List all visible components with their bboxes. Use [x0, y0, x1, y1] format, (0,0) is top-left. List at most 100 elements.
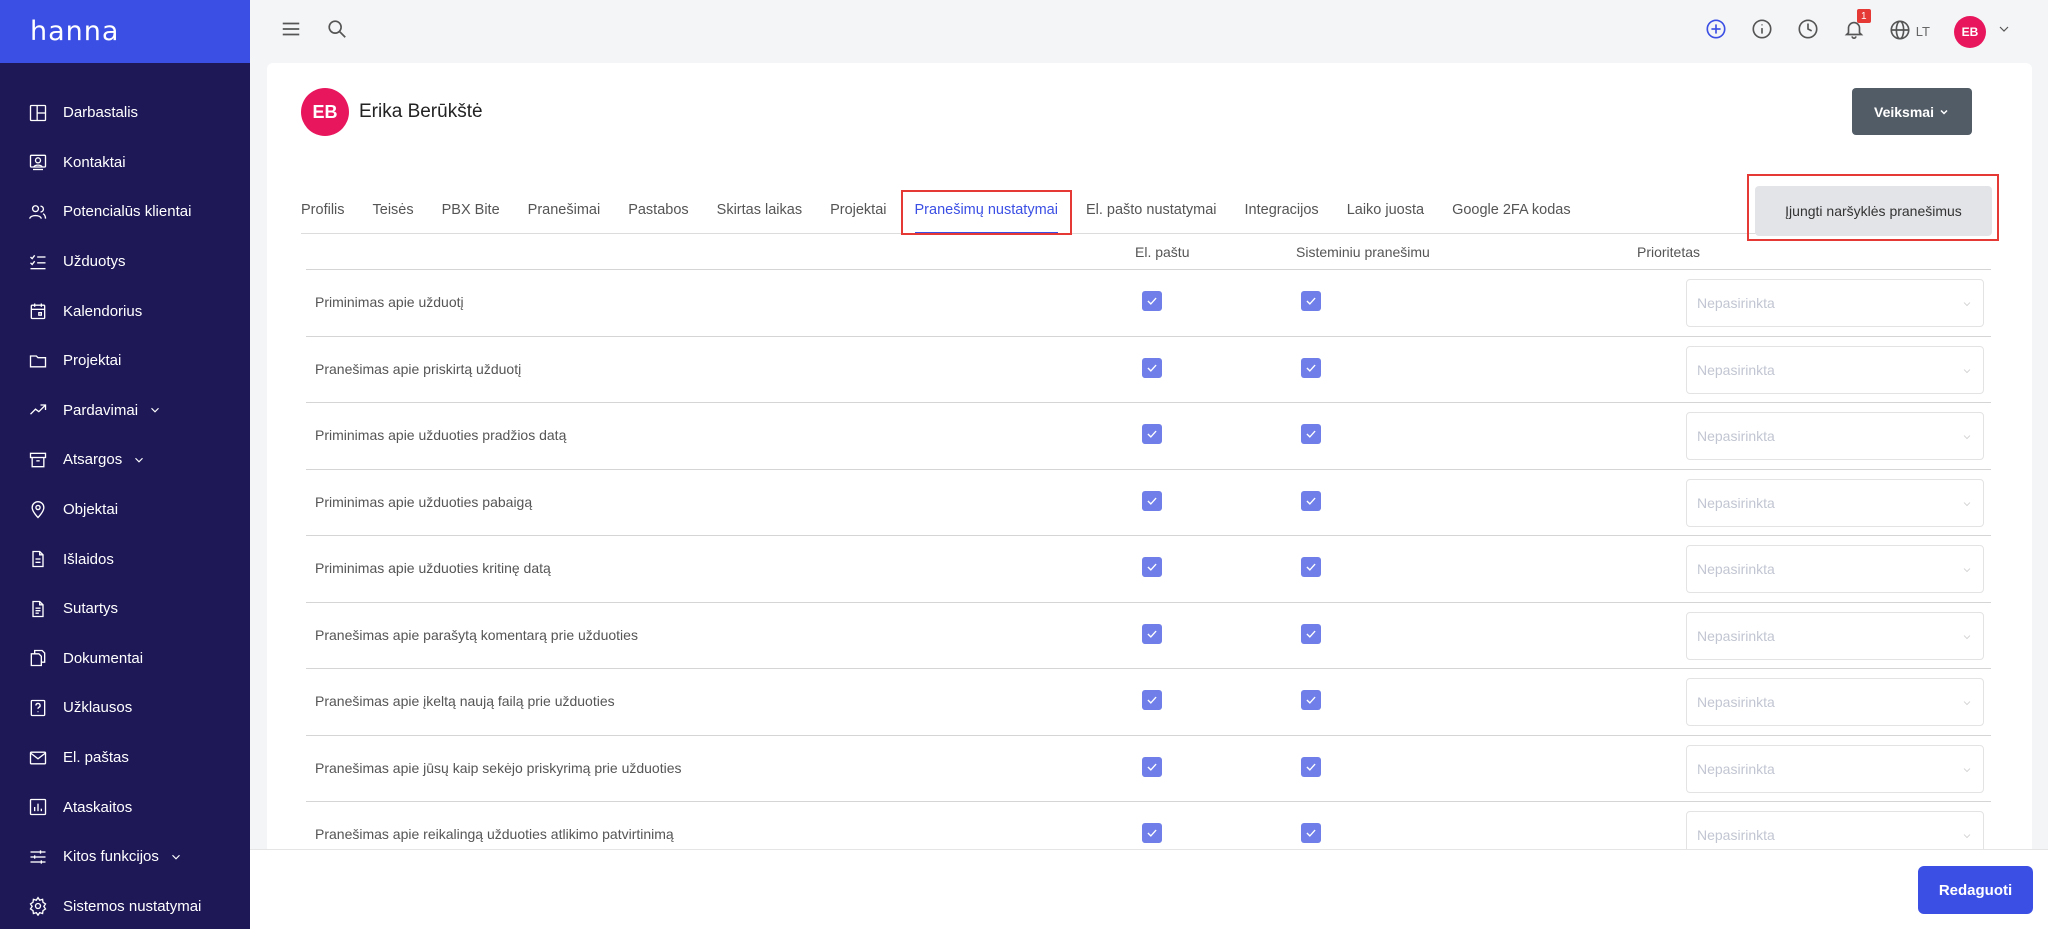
tab-12[interactable]: Google 2FA kodas [1452, 190, 1571, 234]
reports-icon [27, 796, 49, 818]
sidebar-item-16[interactable]: Kitos funkcijos [0, 832, 250, 882]
chevron-down-icon [132, 453, 146, 467]
system-checkbox[interactable] [1301, 756, 1321, 777]
user-menu[interactable]: EB [1954, 15, 2012, 48]
email-checkbox[interactable] [1142, 424, 1162, 444]
tab-9[interactable]: El. pašto nustatymai [1086, 190, 1217, 234]
sidebar-item-8[interactable]: Atsargos [0, 435, 250, 485]
hamburger-menu-icon[interactable] [280, 18, 302, 45]
app-logo[interactable]: hanna [30, 16, 119, 47]
gear-icon [27, 895, 49, 917]
chevron-down-icon [1961, 696, 1973, 712]
priority-select[interactable]: Nepasirinkta [1686, 744, 1984, 793]
chevron-down-icon [1961, 497, 1973, 513]
profile-tabs: Profilis Teisės PBX Bite Pranešimai Pastabos… [301, 190, 1991, 234]
header-email: El. paštu [1135, 244, 1190, 260]
chevron-down-icon [1940, 109, 1948, 115]
email-checkbox[interactable] [1142, 557, 1162, 577]
tab-11[interactable]: Laiko juosta [1347, 190, 1424, 234]
search-icon[interactable] [326, 18, 348, 45]
email-checkbox[interactable] [1142, 291, 1162, 311]
system-checkbox[interactable] [1301, 291, 1321, 311]
sidebar-item-2[interactable]: Kontaktai [0, 138, 250, 188]
sidebar-item-14[interactable]: El. paštas [0, 733, 250, 783]
row-label: Priminimas apie užduoties pradžios datą [315, 427, 567, 443]
receipt-icon [27, 548, 49, 570]
priority-select-value: Nepasirinkta [1697, 827, 1775, 843]
system-checkbox[interactable] [1301, 690, 1321, 710]
sidebar-item-17[interactable]: Sistemos nustatymai [0, 882, 250, 929]
edit-button[interactable]: Redaguoti [1918, 866, 2033, 914]
table-row: Priminimas apie užduoties pabaigą Nepasir… [306, 470, 1991, 536]
add-circle-icon[interactable] [1705, 18, 1727, 45]
tab-6[interactable]: Skirtas laikas [717, 190, 802, 234]
sidebar-item-15[interactable]: Ataskaitos [0, 782, 250, 832]
sidebar-item-label: Darbastalis [63, 104, 139, 122]
row-label: Pranešimas apie parašytą komentarą prie … [315, 626, 638, 643]
question-icon [27, 697, 49, 719]
sidebar-item-label: Dokumentai [63, 649, 144, 667]
system-checkbox[interactable] [1301, 823, 1321, 843]
sidebar: hanna Darbastalis Kontaktai Potencialūs kl… [0, 0, 250, 929]
language-switcher[interactable]: LT [1889, 19, 1930, 44]
priority-select[interactable]: Nepasirinkta [1686, 478, 1984, 527]
chevron-down-icon [1961, 364, 1973, 380]
map-pin-icon [27, 499, 49, 521]
sidebar-item-9[interactable]: Objektai [0, 485, 250, 535]
tab-2[interactable]: Teisės [373, 190, 414, 234]
priority-select-value: Nepasirinkta [1697, 295, 1775, 311]
chevron-down-icon [1961, 630, 1973, 646]
tasks-icon [27, 251, 49, 273]
sidebar-item-label: Užduotys [63, 253, 126, 271]
sidebar-item-label: Projektai [63, 352, 122, 370]
clock-icon[interactable] [1797, 18, 1819, 45]
sidebar-item-label: Objektai [63, 501, 119, 519]
sidebar-nav: Darbastalis Kontaktai Potencialūs klientai… [0, 63, 250, 929]
sidebar-item-label: Ataskaitos [63, 798, 133, 816]
sidebar-item-label: Išlaidos [63, 550, 114, 568]
priority-select[interactable]: Nepasirinkta [1686, 545, 1984, 593]
system-checkbox[interactable] [1301, 557, 1321, 577]
calendar-icon [27, 300, 49, 322]
sidebar-item-11[interactable]: Sutartys [0, 584, 250, 634]
notification-settings-table: El. paštu Sisteminiu pranešimu Prioritet… [306, 238, 1991, 869]
priority-select[interactable]: Nepasirinkta [1686, 611, 1984, 660]
actions-button[interactable]: Veiksmai [1852, 88, 1972, 135]
tab-5[interactable]: Pastabos [628, 190, 688, 234]
system-checkbox[interactable] [1301, 623, 1321, 644]
sidebar-item-1[interactable]: Darbastalis [0, 88, 250, 138]
sidebar-item-label: Kitos funkcijos [63, 848, 159, 866]
priority-select-value: Nepasirinkta [1697, 494, 1775, 511]
info-icon[interactable] [1751, 18, 1773, 45]
tab-3[interactable]: PBX Bite [442, 190, 500, 234]
sidebar-item-label: Sutartys [63, 600, 119, 618]
sidebar-item-10[interactable]: Išlaidos [0, 534, 250, 584]
sidebar-item-13[interactable]: Užklausos [0, 683, 250, 733]
sidebar-item-3[interactable]: Potencialūs klientai [0, 187, 250, 237]
tab-7[interactable]: Projektai [830, 190, 886, 234]
tab-4[interactable]: Pranešimai [528, 190, 601, 234]
email-checkbox[interactable] [1142, 756, 1162, 777]
system-checkbox[interactable] [1301, 490, 1321, 511]
sidebar-item-4[interactable]: Užduotys [0, 237, 250, 287]
tab-1[interactable]: Profilis [301, 190, 345, 234]
sidebar-item-5[interactable]: Kalendorius [0, 286, 250, 336]
tab-10[interactable]: Integracijos [1245, 190, 1319, 234]
sidebar-item-7[interactable]: Pardavimai [0, 386, 250, 436]
sidebar-item-6[interactable]: Projektai [0, 336, 250, 386]
header-priority: Prioritetas [1637, 244, 1701, 260]
system-checkbox[interactable] [1301, 424, 1321, 444]
priority-select[interactable]: Nepasirinkta [1686, 279, 1984, 327]
email-checkbox[interactable] [1142, 623, 1162, 644]
email-checkbox[interactable] [1142, 357, 1162, 378]
email-checkbox[interactable] [1142, 490, 1162, 511]
bell-icon[interactable]: 1 [1843, 9, 1871, 45]
priority-select[interactable]: Nepasirinkta [1686, 345, 1984, 394]
email-checkbox[interactable] [1142, 823, 1162, 843]
language-label: LT [1915, 24, 1930, 39]
priority-select[interactable]: Nepasirinkta [1686, 678, 1984, 726]
system-checkbox[interactable] [1301, 357, 1321, 378]
priority-select[interactable]: Nepasirinkta [1686, 412, 1984, 460]
email-checkbox[interactable] [1142, 690, 1162, 710]
sidebar-item-12[interactable]: Dokumentai [0, 634, 250, 684]
